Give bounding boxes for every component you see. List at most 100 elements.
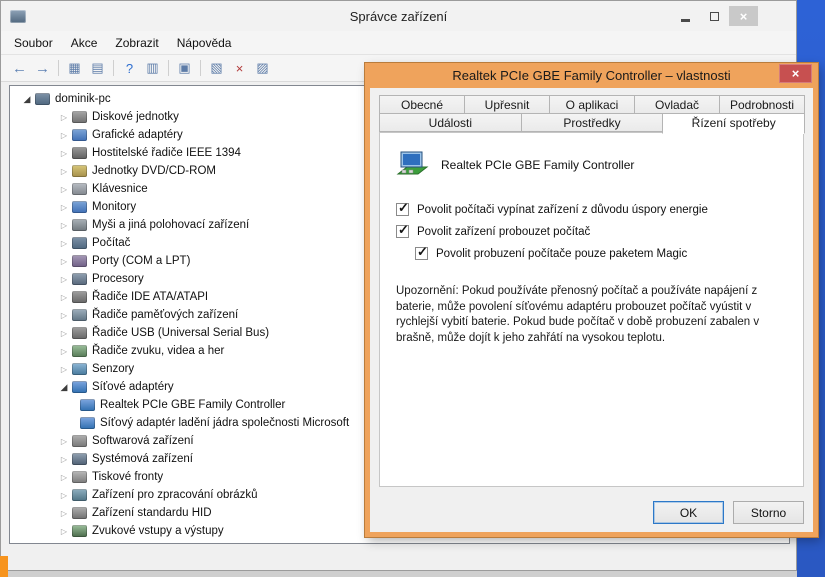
- expand-arrow-icon[interactable]: ▷: [57, 311, 71, 320]
- menu-item-napoveda[interactable]: Nápověda: [168, 33, 241, 53]
- disk-drive-icon: [72, 111, 87, 123]
- tree-item-label: Softwarová zařízení: [92, 435, 194, 447]
- expand-arrow-icon[interactable]: ▷: [57, 527, 71, 536]
- checkbox-label: Povolit počítači vypínat zařízení z důvo…: [417, 203, 708, 216]
- tree-item-label: Realtek PCIe GBE Family Controller: [100, 399, 286, 411]
- expand-arrow-icon[interactable]: ▷: [57, 293, 71, 302]
- help-icon[interactable]: ?: [119, 59, 140, 78]
- menu-bar: Soubor Akce Zobrazit Nápověda: [1, 31, 796, 54]
- dialog-title-bar[interactable]: Realtek PCIe GBE Family Controller – vla…: [370, 63, 813, 88]
- toolbar-separator: [200, 60, 201, 76]
- warning-text: Upozornění: Pokud používáte přenosný poč…: [396, 285, 760, 344]
- cancel-button[interactable]: Storno: [733, 501, 804, 524]
- desktop: Správce zařízení × Soubor Akce Zobrazit Náp…: [0, 0, 825, 577]
- power-management-panel: Realtek PCIe GBE Family Controller ✓ Povo…: [379, 132, 804, 487]
- expand-arrow-icon[interactable]: ▷: [57, 167, 71, 176]
- expand-arrow-icon[interactable]: ▷: [57, 203, 71, 212]
- tree-item-label: Řadiče IDE ATA/ATAPI: [92, 291, 209, 303]
- close-icon: ×: [739, 8, 748, 24]
- network-adapter-icon: [396, 151, 429, 175]
- processor-icon: [72, 273, 87, 285]
- tree-item-label: Zařízení pro zpracování obrázků: [92, 489, 258, 501]
- network-adapter-icon: [72, 381, 87, 393]
- tab-podrobnosti[interactable]: Podrobnosti: [719, 95, 805, 114]
- tab-obecne[interactable]: Obecné: [379, 95, 465, 114]
- tree-item-label: Síťový adaptér ladění jádra společnosti …: [100, 417, 350, 429]
- maximize-icon: [710, 11, 719, 21]
- forward-icon[interactable]: →: [32, 59, 53, 78]
- checked-checkbox-icon[interactable]: ✓: [396, 222, 409, 238]
- expand-arrow-icon[interactable]: ▷: [57, 455, 71, 464]
- expand-arrow-icon[interactable]: ▷: [57, 437, 71, 446]
- tab-ovladac[interactable]: Ovladač: [634, 95, 720, 114]
- expand-arrow-icon[interactable]: ▷: [57, 113, 71, 122]
- expand-arrow-icon[interactable]: ▷: [57, 257, 71, 266]
- sound-controller-icon: [72, 345, 87, 357]
- tree-item-label: Tiskové fronty: [92, 471, 164, 483]
- menu-item-soubor[interactable]: Soubor: [5, 33, 62, 53]
- tab-rizeni-spotreby[interactable]: Řízení spotřeby: [662, 113, 806, 134]
- tree-item-label: dominik-pc: [55, 93, 111, 105]
- tree-item-label: Jednotky DVD/CD-ROM: [92, 165, 216, 177]
- tab-row-2: Události Prostředky Řízení spotřeby: [379, 113, 806, 134]
- scan-hardware-changes-icon[interactable]: ▣: [174, 59, 195, 78]
- minimize-button[interactable]: [671, 6, 700, 26]
- expand-arrow-icon[interactable]: ▷: [57, 221, 71, 230]
- tree-item-label: Grafické adaptéry: [92, 129, 183, 141]
- expand-arrow-icon[interactable]: ▷: [57, 473, 71, 482]
- check-mark-icon: ✓: [398, 200, 409, 215]
- tab-upresnit[interactable]: Upřesnit: [464, 95, 550, 114]
- minimize-icon: [681, 19, 690, 22]
- device-header: Realtek PCIe GBE Family Controller: [396, 151, 788, 179]
- dialog-body: Obecné Upřesnit O aplikaci Ovladač Podrobnos…: [370, 88, 813, 532]
- window-title-bar[interactable]: Správce zařízení ×: [1, 1, 796, 31]
- imaging-device-icon: [72, 489, 87, 501]
- keyboard-icon: [72, 183, 87, 195]
- desktop-background-corner: [0, 556, 8, 577]
- collapse-arrow-icon[interactable]: ◢: [20, 94, 34, 105]
- checkbox-group: ✓ Povolit počítači vypínat zařízení z dův…: [395, 200, 788, 260]
- properties-icon[interactable]: ▥: [142, 59, 163, 78]
- expand-arrow-icon[interactable]: ▷: [57, 509, 71, 518]
- expand-arrow-icon[interactable]: ▷: [57, 329, 71, 338]
- check-mark-icon: ✓: [398, 222, 409, 237]
- close-icon: ×: [791, 66, 800, 81]
- tab-prostredky[interactable]: Prostředky: [520, 113, 664, 132]
- console-tree-icon[interactable]: ▦: [64, 59, 85, 78]
- system-device-icon: [72, 453, 87, 465]
- expand-arrow-icon[interactable]: ▷: [57, 239, 71, 248]
- check-mark-icon: ✓: [417, 244, 428, 259]
- update-driver-icon[interactable]: ▧: [206, 59, 227, 78]
- menu-item-zobrazit[interactable]: Zobrazit: [106, 33, 167, 53]
- checkbox-povolit-zarizeni-probouzet-pocitac[interactable]: ✓ Povolit zařízení probouzet počítač: [396, 222, 788, 238]
- expand-arrow-icon[interactable]: ▷: [57, 365, 71, 374]
- expand-arrow-icon[interactable]: ▷: [57, 491, 71, 500]
- export-list-icon[interactable]: ▤: [87, 59, 108, 78]
- checkbox-povolit-pocitaci-vypinat-zarizeni-z-duvodu-uspory-energie[interactable]: ✓ Povolit počítači vypínat zařízení z dův…: [396, 200, 788, 216]
- checked-checkbox-icon[interactable]: ✓: [415, 244, 428, 260]
- back-icon[interactable]: ←: [9, 59, 30, 78]
- ieee1394-icon: [72, 147, 87, 159]
- toolbar-separator: [113, 60, 114, 76]
- expand-arrow-icon[interactable]: ▷: [57, 185, 71, 194]
- checked-checkbox-icon[interactable]: ✓: [396, 200, 409, 216]
- tab-udalosti[interactable]: Události: [379, 113, 522, 132]
- ok-button[interactable]: OK: [653, 501, 724, 524]
- expand-arrow-icon[interactable]: ▷: [57, 131, 71, 140]
- disable-device-icon[interactable]: ▨: [252, 59, 273, 78]
- menu-item-akce[interactable]: Akce: [62, 33, 107, 53]
- close-button[interactable]: ×: [729, 6, 758, 26]
- expand-arrow-icon[interactable]: ▷: [57, 347, 71, 356]
- tree-item-label: Zařízení standardu HID: [92, 507, 212, 519]
- collapse-arrow-icon[interactable]: ◢: [57, 382, 71, 393]
- expand-arrow-icon[interactable]: ▷: [57, 149, 71, 158]
- audio-device-icon: [72, 525, 87, 537]
- toolbar-separator: [168, 60, 169, 76]
- checkbox-povolit-probuzeni-pocitace-pouze-paketem-magic[interactable]: ✓ Povolit probuzení počítače pouze pakete…: [415, 244, 788, 260]
- tab-o-aplikaci[interactable]: O aplikaci: [549, 95, 635, 114]
- tree-item-label: Řadiče zvuku, videa a her: [92, 345, 225, 357]
- expand-arrow-icon[interactable]: ▷: [57, 275, 71, 284]
- uninstall-device-icon[interactable]: ×: [229, 59, 250, 78]
- dialog-close-button[interactable]: ×: [779, 64, 812, 83]
- maximize-button[interactable]: [700, 6, 729, 26]
